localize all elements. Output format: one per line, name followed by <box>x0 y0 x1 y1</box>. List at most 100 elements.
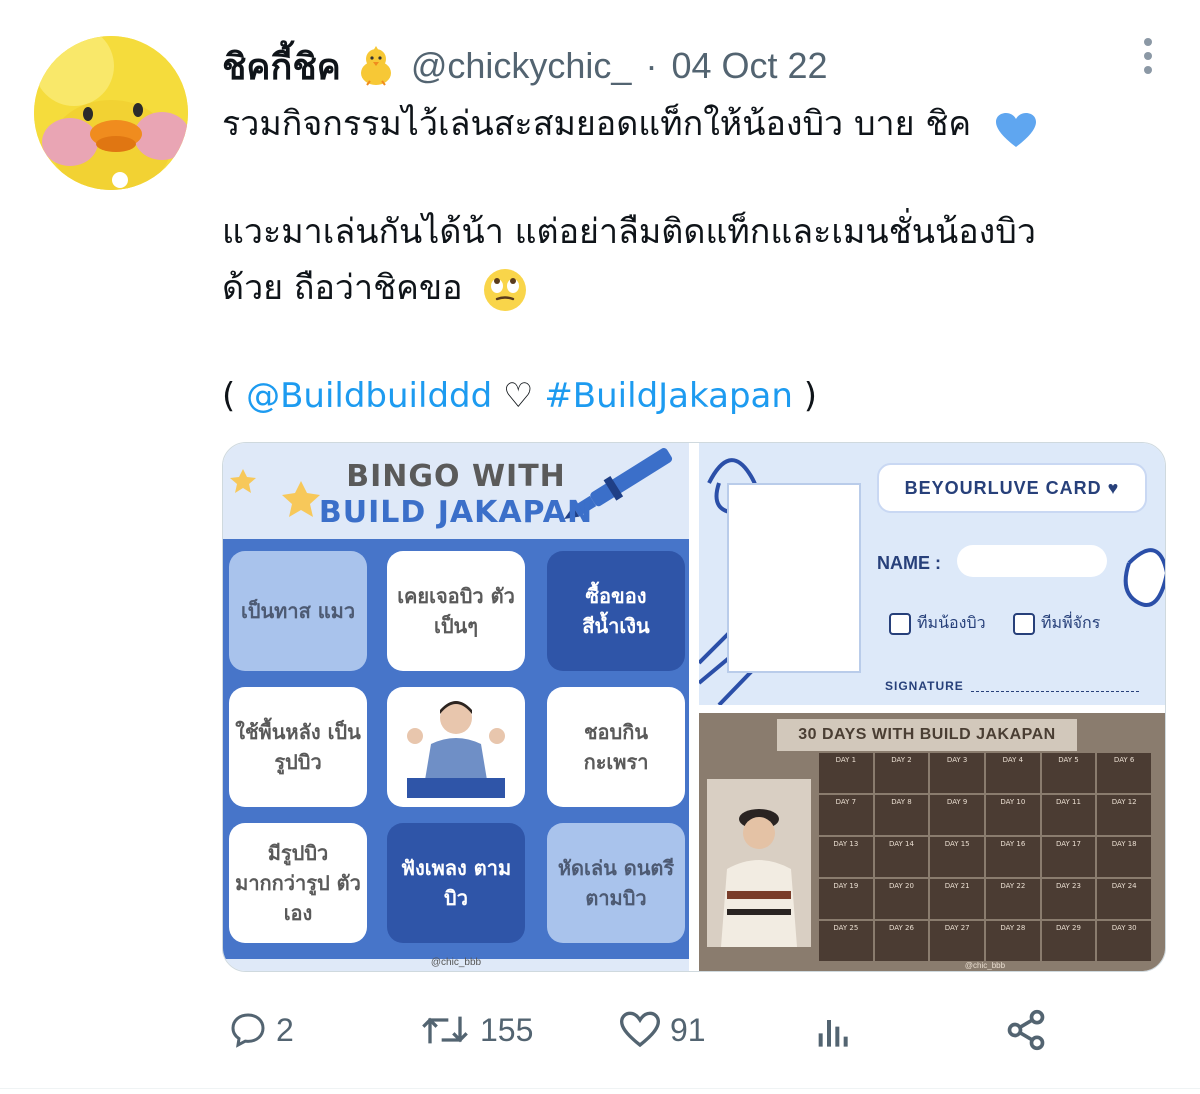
duck-avatar-image <box>34 36 188 190</box>
bingo-cell: มีรูปบิว มากกว่ารูป ตัวเอง <box>229 823 367 943</box>
option-label: ทีมน้องบิว <box>917 613 986 632</box>
bingo-subtitle: BUILD JAKAPAN <box>318 495 594 530</box>
hashtag-link[interactable]: #BuildJakapan <box>544 376 793 416</box>
like-count: 91 <box>670 1011 706 1048</box>
day-cell: DAY 27 <box>930 921 984 961</box>
day-cell: DAY 1 <box>819 753 873 793</box>
day-cell: DAY 2 <box>874 753 929 793</box>
thirty-days-photo <box>707 779 811 947</box>
tweet-text-content: ด้วย ถือว่าชิคขอ <box>222 268 463 308</box>
day-cell: DAY 4 <box>986 753 1040 793</box>
luve-card-image[interactable]: BEYOURLUVE CARD ♥ NAME : ทีมน้องบิว ทีมพ… <box>699 443 1165 705</box>
like-button[interactable]: 91 <box>618 1000 706 1060</box>
tweet-text-content: แวะมาเล่นกันได้น้า แต่อย่าลืมติดแท็กและเ… <box>222 212 1036 252</box>
bingo-cell: หัดเล่น ดนตรี ตามบิว <box>547 823 685 943</box>
bingo-credit: @chic_bbb <box>430 957 482 968</box>
thirty-days-grid: DAY 1 DAY 2 DAY 3 DAY 4 DAY 5 DAY 6 DAY 7 DAY 8… <box>819 753 1151 961</box>
bingo-center-photo <box>387 687 525 807</box>
card-option-team-jak: ทีมพี่จักร <box>1013 611 1100 636</box>
bingo-image[interactable]: BINGO WITH BUILD JAKAPAN เป็นทาส แมว เคย… <box>223 443 689 971</box>
day-cell: DAY 6 <box>1097 753 1151 793</box>
card-name-field <box>957 545 1107 577</box>
retweet-count: 155 <box>480 1011 534 1048</box>
card-title: BEYOURLUVE CARD ♥ <box>877 463 1147 513</box>
tweet-text-line: ด้วย ถือว่าชิคขอ <box>222 258 527 318</box>
checkbox-icon <box>889 612 911 635</box>
tweet-divider <box>0 1088 1200 1089</box>
tweet-date[interactable]: 04 Oct 22 <box>671 45 827 87</box>
avatar[interactable] <box>34 36 188 190</box>
day-cell: DAY 23 <box>1041 879 1096 919</box>
day-cell: DAY 15 <box>930 837 984 877</box>
card-option-team-build: ทีมน้องบิว <box>889 611 986 636</box>
bingo-grid: เป็นทาส แมว เคยเจอบิว ตัวเป็นๆ ซื้อของ ส… <box>223 539 689 959</box>
day-cell: DAY 12 <box>1097 795 1151 835</box>
day-cell: DAY 20 <box>874 879 929 919</box>
blue-heart-icon <box>996 108 1036 147</box>
day-cell: DAY 17 <box>1041 837 1096 877</box>
bingo-cell: เคยเจอบิว ตัวเป็นๆ <box>387 551 525 671</box>
day-cell: DAY 18 <box>1097 837 1151 877</box>
tweet-text-content: รวมกิจกรรมไว้เล่นสะสมยอดแท็กให้น้องบิว บ… <box>222 104 972 144</box>
paren-open: ( <box>222 376 236 416</box>
analytics-button[interactable] <box>814 1000 854 1060</box>
bingo-cell: ฟังเพลง ตามบิว <box>387 823 525 943</box>
heart-icon <box>619 1011 661 1048</box>
media-grid: BINGO WITH BUILD JAKAPAN เป็นทาส แมว เคย… <box>222 442 1166 972</box>
card-signature-label: SIGNATURE <box>885 679 964 693</box>
tweet-text-line: รวมกิจกรรมไว้เล่นสะสมยอดแท็กให้น้องบิว บ… <box>222 94 1036 154</box>
day-cell: DAY 5 <box>1041 753 1096 793</box>
day-cell: DAY 24 <box>1097 879 1151 919</box>
thirty-days-title: 30 DAYS WITH BUILD JAKAPAN <box>777 719 1077 751</box>
card-signature-line <box>971 691 1139 692</box>
day-cell: DAY 19 <box>819 879 873 919</box>
day-cell: DAY 28 <box>986 921 1040 961</box>
day-cell: DAY 3 <box>930 753 984 793</box>
reply-button[interactable]: 2 <box>228 1000 294 1060</box>
bingo-cell: ชอบกิน กะเพรา <box>547 687 685 807</box>
day-cell: DAY 26 <box>874 921 929 961</box>
checkbox-icon <box>1013 612 1035 635</box>
day-cell: DAY 30 <box>1097 921 1151 961</box>
bingo-cell: เป็นทาส แมว <box>229 551 367 671</box>
user-handle[interactable]: @chickychic_ <box>411 45 632 87</box>
more-options-icon[interactable] <box>1142 38 1154 78</box>
paren-close: ) <box>803 376 817 416</box>
day-cell: DAY 29 <box>1041 921 1096 961</box>
mention-link[interactable]: @Buildbuilddd <box>246 376 492 416</box>
tweet-actions: 2 155 91 <box>222 1000 1082 1060</box>
day-cell: DAY 16 <box>986 837 1040 877</box>
tweet-text-line: ( @Buildbuilddd ♡ #BuildJakapan ) <box>222 366 817 426</box>
day-cell: DAY 11 <box>1041 795 1096 835</box>
retweet-icon <box>422 1016 468 1044</box>
reply-count: 2 <box>276 1011 294 1048</box>
day-cell: DAY 13 <box>819 837 873 877</box>
thirty-days-credit: @chic_bbb <box>964 961 1006 970</box>
rolling-eyes-face-icon <box>483 268 527 312</box>
tweet[interactable]: ชิคกี้ชิค @chickychic_ · 04 Oct 22 รวมกิ… <box>0 0 1200 1094</box>
display-name[interactable]: ชิคกี้ชิค <box>222 38 341 95</box>
day-cell: DAY 9 <box>930 795 984 835</box>
analytics-icon <box>818 1020 848 1047</box>
bingo-title: BINGO WITH <box>346 459 566 494</box>
day-cell: DAY 7 <box>819 795 873 835</box>
bingo-cell: ใช้พื้นหลัง เป็นรูปบิว <box>229 687 367 807</box>
day-cell: DAY 21 <box>930 879 984 919</box>
tweet-text-line: แวะมาเล่นกันได้น้า แต่อย่าลืมติดแท็กและเ… <box>222 202 1036 262</box>
tweet-header: ชิคกี้ชิค @chickychic_ · 04 Oct 22 <box>222 40 828 92</box>
reply-icon <box>231 1013 265 1048</box>
day-cell: DAY 22 <box>986 879 1040 919</box>
day-cell: DAY 25 <box>819 921 873 961</box>
white-heart-icon: ♡ <box>503 376 534 416</box>
day-cell: DAY 10 <box>986 795 1040 835</box>
bingo-cell: ซื้อของ สีน้ำเงิน <box>547 551 685 671</box>
thirty-days-image[interactable]: 30 DAYS WITH BUILD JAKAPAN DAY 1 DAY 2 DAY… <box>699 713 1165 971</box>
share-button[interactable] <box>1004 1000 1048 1060</box>
card-photo-slot <box>727 483 861 673</box>
retweet-button[interactable]: 155 <box>418 1000 533 1060</box>
option-label: ทีมพี่จักร <box>1041 613 1101 632</box>
card-name-label: NAME : <box>877 553 941 573</box>
header-separator: · <box>645 45 658 86</box>
day-cell: DAY 14 <box>874 837 929 877</box>
day-cell: DAY 8 <box>874 795 929 835</box>
